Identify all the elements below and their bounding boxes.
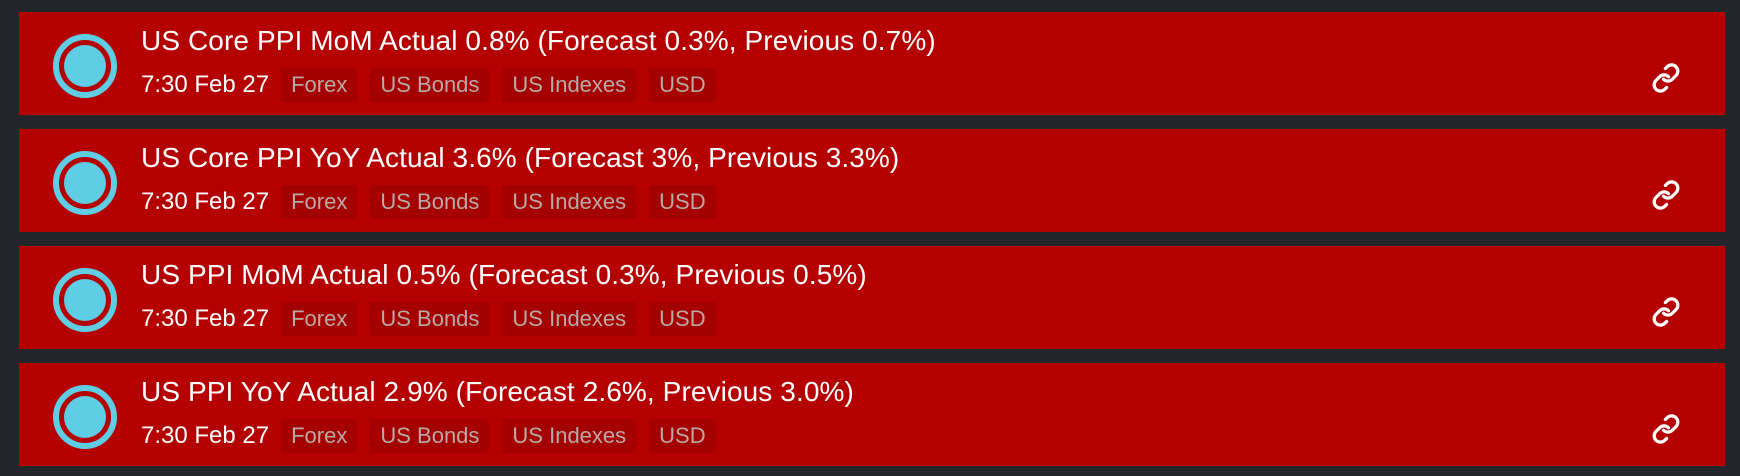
news-time: 7:30 Feb 27 — [141, 422, 270, 449]
tag-usd[interactable]: USD — [649, 68, 716, 102]
tag-us-bonds[interactable]: US Bonds — [370, 302, 490, 336]
news-feed: US Core PPI MoM Actual 0.8% (Forecast 0.… — [0, 0, 1740, 476]
tag-forex[interactable]: Forex — [281, 302, 358, 336]
link-icon[interactable] — [1651, 180, 1681, 210]
tag-us-bonds[interactable]: US Bonds — [370, 68, 490, 102]
news-item[interactable]: US PPI MoM Actual 0.5% (Forecast 0.3%, P… — [19, 246, 1725, 349]
news-meta: 7:30 Feb 27 Forex US Bonds US Indexes US… — [141, 302, 729, 336]
news-item[interactable]: US PPI YoY Actual 2.9% (Forecast 2.6%, P… — [19, 363, 1725, 466]
news-meta: 7:30 Feb 27 Forex US Bonds US Indexes US… — [141, 419, 729, 453]
tag-usd[interactable]: USD — [649, 302, 716, 336]
status-ring-icon — [53, 151, 117, 215]
tag-us-indexes[interactable]: US Indexes — [502, 185, 637, 219]
tag-us-indexes[interactable]: US Indexes — [502, 68, 637, 102]
news-meta: 7:30 Feb 27 Forex US Bonds US Indexes US… — [141, 185, 729, 219]
tag-us-indexes[interactable]: US Indexes — [502, 302, 637, 336]
news-headline[interactable]: US Core PPI MoM Actual 0.8% (Forecast 0.… — [141, 25, 936, 57]
tag-forex[interactable]: Forex — [281, 68, 358, 102]
tag-usd[interactable]: USD — [649, 419, 716, 453]
tag-us-bonds[interactable]: US Bonds — [370, 185, 490, 219]
tag-forex[interactable]: Forex — [281, 419, 358, 453]
tag-forex[interactable]: Forex — [281, 185, 358, 219]
tag-us-indexes[interactable]: US Indexes — [502, 419, 637, 453]
news-meta: 7:30 Feb 27 Forex US Bonds US Indexes US… — [141, 68, 729, 102]
news-item[interactable]: US Core PPI YoY Actual 3.6% (Forecast 3%… — [19, 129, 1725, 232]
status-ring-icon — [53, 34, 117, 98]
news-time: 7:30 Feb 27 — [141, 71, 270, 98]
link-icon[interactable] — [1651, 414, 1681, 444]
news-time: 7:30 Feb 27 — [141, 305, 270, 332]
tag-us-bonds[interactable]: US Bonds — [370, 419, 490, 453]
news-headline[interactable]: US PPI YoY Actual 2.9% (Forecast 2.6%, P… — [141, 376, 854, 408]
status-ring-icon — [53, 385, 117, 449]
tag-usd[interactable]: USD — [649, 185, 716, 219]
link-icon[interactable] — [1651, 297, 1681, 327]
link-icon[interactable] — [1651, 63, 1681, 93]
news-headline[interactable]: US PPI MoM Actual 0.5% (Forecast 0.3%, P… — [141, 259, 867, 291]
status-ring-icon — [53, 268, 117, 332]
news-time: 7:30 Feb 27 — [141, 188, 270, 215]
news-item[interactable]: US Core PPI MoM Actual 0.8% (Forecast 0.… — [19, 12, 1725, 115]
news-headline[interactable]: US Core PPI YoY Actual 3.6% (Forecast 3%… — [141, 142, 899, 174]
